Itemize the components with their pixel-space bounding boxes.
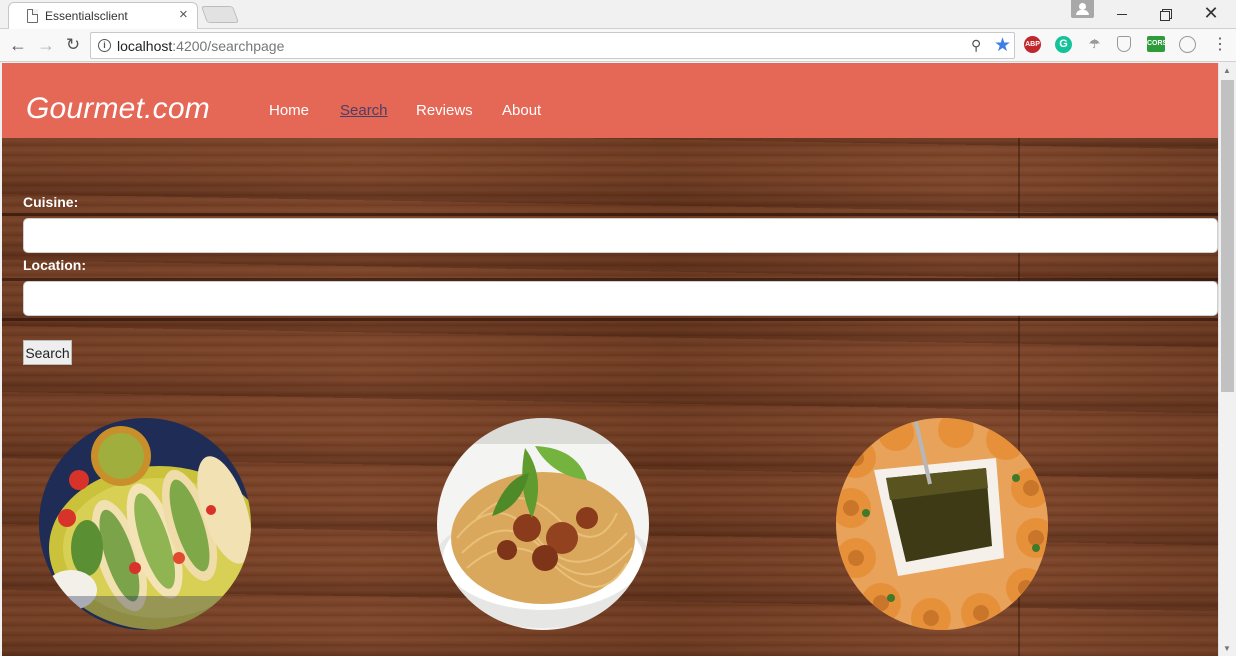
scroll-down-arrow-icon[interactable]: ▼ — [1223, 644, 1231, 653]
browser-tabstrip: Essentialsclient × ✕ — [0, 0, 1236, 29]
address-bar[interactable]: i localhost:4200/searchpage ⚲ ★ — [90, 32, 1015, 59]
extension-circle-icon[interactable] — [1179, 36, 1196, 53]
site-logo[interactable]: Gourmet.com — [26, 92, 210, 126]
tacos-image — [39, 418, 251, 630]
url-text[interactable]: localhost:4200/searchpage — [117, 38, 284, 54]
wood-seam — [2, 213, 1218, 216]
cors-extension-icon[interactable]: CORS — [1147, 36, 1167, 52]
location-label: Location: — [23, 257, 86, 273]
bookmark-star-icon[interactable]: ★ — [994, 34, 1011, 57]
nav-search-link[interactable]: Search — [340, 102, 388, 119]
window-close-button[interactable]: ✕ — [1199, 4, 1223, 24]
page-scrollbar[interactable]: ▲ ▼ — [1218, 63, 1236, 656]
adblock-extension-icon[interactable]: ABP — [1024, 36, 1041, 53]
samosa-chutney-image — [836, 418, 1048, 630]
grammarly-extension-icon[interactable]: G — [1055, 36, 1072, 53]
cuisine-label: Cuisine: — [23, 194, 79, 210]
forward-arrow-icon[interactable]: → — [36, 35, 56, 55]
close-tab-icon[interactable]: × — [179, 7, 188, 23]
search-button[interactable]: Search — [23, 340, 72, 365]
cuisine-input[interactable] — [23, 218, 1218, 253]
scroll-thumb[interactable] — [1221, 80, 1234, 392]
location-input[interactable] — [23, 281, 1218, 316]
page-icon — [27, 9, 38, 23]
spaghetti-image — [437, 418, 649, 630]
site-info-icon[interactable]: i — [98, 39, 111, 52]
restore-button[interactable] — [1154, 4, 1178, 24]
browser-toolbar: ← → ↻ i localhost:4200/searchpage ⚲ ★ AB… — [0, 29, 1236, 62]
wood-seam — [2, 318, 1218, 321]
shield-extension-icon[interactable] — [1117, 36, 1131, 52]
reload-icon[interactable]: ↻ — [63, 35, 83, 55]
tab-title: Essentialsclient — [45, 9, 128, 23]
new-tab-button[interactable] — [200, 6, 240, 23]
zoom-icon[interactable]: ⚲ — [971, 37, 981, 54]
browser-menu-icon[interactable]: ⋮ — [1212, 35, 1228, 55]
minimize-button[interactable] — [1110, 4, 1134, 24]
profile-icon[interactable] — [1071, 0, 1094, 18]
scroll-up-arrow-icon[interactable]: ▲ — [1223, 66, 1231, 75]
extension-icon[interactable]: ☂ — [1086, 36, 1103, 53]
back-arrow-icon[interactable]: ← — [8, 35, 28, 55]
site-header: Gourmet.com Home Search Reviews About — [2, 63, 1218, 138]
nav-reviews-link[interactable]: Reviews — [416, 102, 473, 119]
nav-home-link[interactable]: Home — [269, 102, 309, 119]
browser-tab[interactable]: Essentialsclient × — [8, 2, 198, 29]
nav-about-link[interactable]: About — [502, 102, 541, 119]
page-viewport: Gourmet.com Home Search Reviews About Cu… — [2, 63, 1218, 656]
